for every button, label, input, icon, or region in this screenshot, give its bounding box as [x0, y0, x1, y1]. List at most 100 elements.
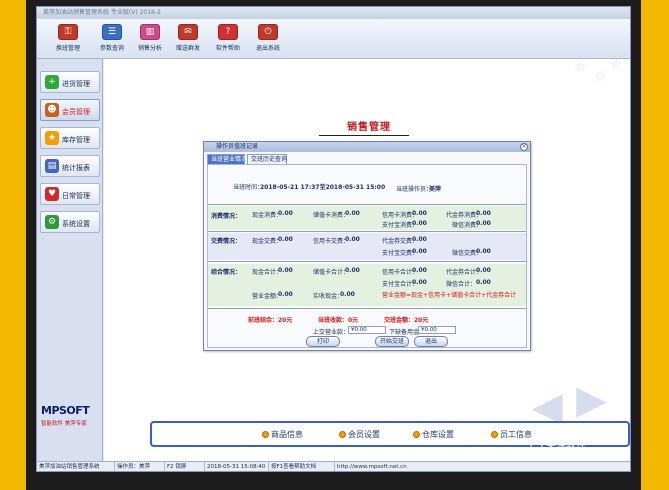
sidebar: + 进货管理 ☻ 会员管理 ★ 库存管理 ▤ 统计报表 ♥ 日常管理 ⚙ 系统设…: [37, 59, 103, 461]
wechat-consumption-value: 0.00: [476, 220, 491, 227]
exit-icon: ⏻: [258, 24, 278, 40]
report-icon: ▤: [45, 159, 59, 173]
wechat-total-value: 0.00: [476, 279, 491, 286]
operator-value: 美萍: [429, 186, 442, 193]
alipay-consumption-value: 0.00: [412, 220, 427, 227]
exit-system-button[interactable]: ⏻ 退出系统: [250, 24, 286, 56]
staff-info-link[interactable]: 员工信息: [491, 429, 532, 440]
dialog-title: 操作员值班记录: [204, 142, 530, 152]
tab-current-shift[interactable]: 当班营业情况: [207, 154, 247, 164]
divider: [208, 204, 526, 205]
status-website: http://www.mpsoft.net.cn: [337, 464, 407, 470]
warehouse-settings-link[interactable]: 仓库设置: [413, 429, 454, 440]
param-query-button[interactable]: ☰ 参数查询: [94, 24, 130, 56]
exit-button[interactable]: 退出: [414, 336, 448, 347]
summary-label: 综合情况：: [211, 269, 242, 276]
sidebar-item-purchase[interactable]: + 进货管理: [40, 71, 100, 93]
chart-icon: ▥: [140, 24, 160, 40]
gift-broadcast-button[interactable]: ✉ 赠送群发: [170, 24, 206, 56]
star-decoration-icon: ☆: [594, 69, 607, 85]
start-handover-button[interactable]: 开始交班: [375, 336, 409, 347]
alipay-payment-value: 0.00: [412, 248, 427, 255]
divider: [208, 261, 526, 262]
gift-icon: ✉: [178, 24, 198, 40]
toolbar: ⚿ 换班管理 ☰ 参数查询 ▥ 销售分析 ✉ 赠送群发 ? 软件帮助 ⏻ 退出系…: [37, 19, 630, 59]
reserve-fund-input[interactable]: ¥0.00: [418, 326, 456, 334]
stored-card-total-value: 0.00: [345, 267, 360, 274]
window-title: 美萍加油站销售管理系统 专业版(V) 2018-2: [37, 7, 630, 19]
logo-brand: MPSOFT: [41, 404, 90, 417]
member-icon: ☻: [45, 103, 59, 117]
title-underline: [319, 135, 409, 136]
status-datetime: 2018-05-31 15:08:40: [205, 462, 269, 471]
upload-amount-input[interactable]: ¥0.00: [348, 326, 386, 334]
app-window: 美萍加油站销售管理系统 专业版(V) 2018-2 ⚿ 换班管理 ☰ 参数查询 …: [36, 6, 631, 472]
cash-total-value: 0.00: [278, 267, 293, 274]
bullet-icon: [413, 431, 420, 438]
shift-record-dialog: 操作员值班记录 × 当班营业情况 交班历史查询 当班时间： 2018-05-21…: [203, 141, 531, 351]
star-decoration-icon: ☆: [610, 57, 623, 73]
shift-time-value: 2018-05-21 17:37至2018-05-31 15:00: [260, 184, 386, 191]
page-title: 销售管理: [347, 122, 391, 133]
stored-card-consumption-value: 0.00: [345, 210, 360, 217]
sidebar-item-member[interactable]: ☻ 会员管理: [40, 99, 100, 121]
status-app-name: 美萍加油站销售管理系统: [37, 462, 115, 471]
plus-icon: +: [45, 75, 59, 89]
logo-slogan: 智能软件 美萍专家: [41, 421, 87, 427]
key-icon: ⚿: [58, 24, 78, 40]
sidebar-item-daily[interactable]: ♥ 日常管理: [40, 183, 100, 205]
status-lock-key: F2 锁屏: [165, 462, 205, 471]
bullet-icon: [339, 431, 346, 438]
credit-card-payment-value: 0.00: [345, 236, 360, 243]
gear-icon: ⚙: [45, 215, 59, 229]
sidebar-item-settings[interactable]: ⚙ 系统设置: [40, 211, 100, 233]
member-settings-link[interactable]: 会员设置: [339, 429, 380, 440]
chat-bubble-icon: [530, 439, 543, 449]
sidebar-item-inventory[interactable]: ★ 库存管理: [40, 127, 100, 149]
bullet-icon: [491, 431, 498, 438]
divider: [208, 231, 526, 232]
watermark: 美萍软件: [530, 436, 586, 451]
current-income: 当班收款：0元: [318, 317, 359, 324]
voucher-payment-value: 0.00: [412, 236, 427, 243]
voucher-consumption-value: 0.00: [476, 210, 491, 217]
sidebar-item-reports[interactable]: ▤ 统计报表: [40, 155, 100, 177]
cash-consumption-value: 0.00: [278, 210, 293, 217]
cash-payment-value: 0.00: [278, 236, 293, 243]
credit-card-consumption-value: 0.00: [412, 210, 427, 217]
consumption-label: 消费情况：: [211, 213, 242, 220]
sales-analysis-button[interactable]: ▥ 销售分析: [132, 24, 168, 56]
close-icon[interactable]: ×: [520, 143, 528, 151]
voucher-total-value: 0.00: [476, 267, 491, 274]
document-icon: ☰: [102, 24, 122, 40]
product-info-link[interactable]: 商品信息: [262, 429, 303, 440]
revenue-value: 0.00: [278, 291, 293, 298]
revenue-formula: 营业金额=现金+信用卡+储值卡合计+代金券合计: [382, 292, 517, 299]
previous-balance: 前班结余：20元: [248, 317, 293, 324]
shift-time-label: 当班时间：: [233, 184, 264, 191]
print-button[interactable]: 打印: [306, 336, 340, 347]
status-bar: 美萍加油站销售管理系统 操作员：美萍 F2 锁屏 2018-05-31 15:0…: [37, 461, 630, 471]
status-operator: 操作员：美萍: [115, 462, 165, 471]
tab-handover-history[interactable]: 交班历史查询: [247, 154, 287, 164]
bullet-icon: [262, 431, 269, 438]
logo: MPSOFT 智能软件 美萍专家: [41, 404, 99, 427]
main-panel: ☆ ☆ ☆ 销售管理 操作员值班记录 × 当班营业情况 交班历史查询 当班时间：…: [104, 57, 630, 461]
help-icon: ?: [218, 24, 238, 40]
dialog-body: 当班时间： 2018-05-21 17:37至2018-05-31 15:00 …: [207, 164, 527, 348]
alipay-total-value: 0.00: [412, 279, 427, 286]
divider: [208, 308, 526, 309]
arrow-right-decoration-icon: ▶: [576, 377, 607, 423]
credit-card-total-value: 0.00: [412, 267, 427, 274]
shift-manage-button[interactable]: ⚿ 换班管理: [50, 24, 86, 56]
star-decoration-icon: ☆: [574, 59, 587, 75]
handover-amount: 交班金额：20元: [384, 317, 429, 324]
star-icon: ★: [45, 131, 59, 145]
operator-label: 当班操作员：: [396, 186, 433, 193]
actual-cash-value: 0.00: [340, 291, 355, 298]
wechat-payment-value: 0.00: [476, 248, 491, 255]
heart-icon: ♥: [45, 187, 59, 201]
software-help-button[interactable]: ? 软件帮助: [210, 24, 246, 56]
status-help: 按F1查看帮助文档: [269, 462, 335, 471]
payment-label: 交费情况：: [211, 238, 242, 245]
